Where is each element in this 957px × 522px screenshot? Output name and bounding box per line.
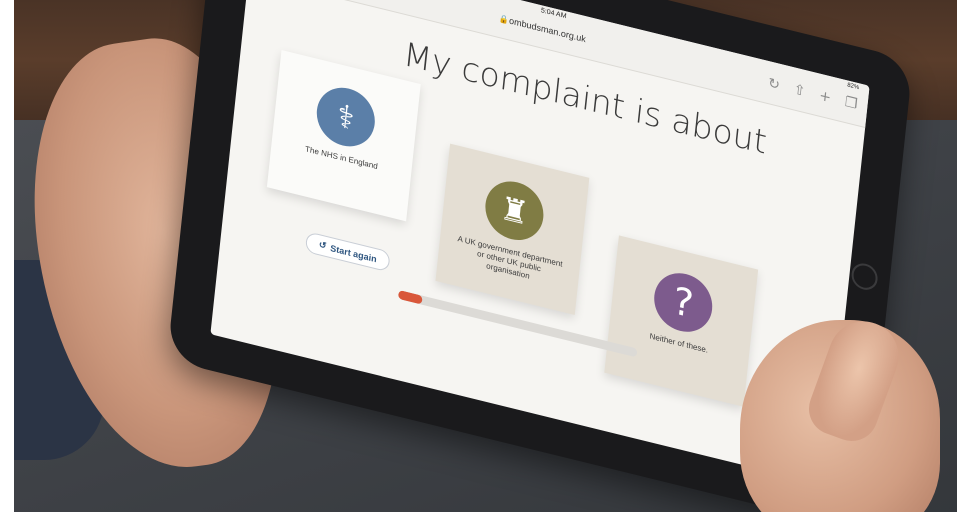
question-mark-icon: ? — [651, 266, 716, 338]
bottom-border — [0, 512, 957, 522]
photo-scene: 📖 5:04 AM 🔒 ombudsman.org.uk 82% ↻ ⇧ + ❐… — [0, 0, 957, 522]
option-card-government[interactable]: ♜ A UK government department or other UK… — [435, 143, 590, 316]
start-again-button[interactable]: ↺ Start again — [304, 231, 391, 273]
left-border — [0, 0, 14, 522]
status-time: 5:04 AM — [540, 7, 567, 21]
stethoscope-icon: ⚕ — [313, 81, 378, 153]
home-button[interactable] — [850, 260, 879, 293]
option-label: A UK government department or other UK p… — [457, 234, 563, 281]
progress-fill — [397, 289, 423, 305]
option-card-neither[interactable]: ? Neither of these. — [604, 235, 759, 407]
new-tab-icon[interactable]: + — [818, 88, 831, 107]
share-icon[interactable]: ⇧ — [793, 81, 806, 100]
start-again-label: Start again — [329, 242, 378, 264]
restart-icon: ↺ — [318, 239, 327, 251]
option-card-nhs[interactable]: ⚕ The NHS in England — [266, 49, 421, 222]
url-domain[interactable]: ombudsman.org.uk — [509, 16, 587, 45]
tabs-icon[interactable]: ❐ — [844, 94, 858, 113]
battery-level: 82% — [846, 82, 860, 92]
reload-icon[interactable]: ↻ — [767, 75, 780, 94]
big-ben-icon: ♜ — [482, 175, 547, 247]
browser-toolbar-icons: ↻ ⇧ + ❐ — [767, 75, 858, 113]
